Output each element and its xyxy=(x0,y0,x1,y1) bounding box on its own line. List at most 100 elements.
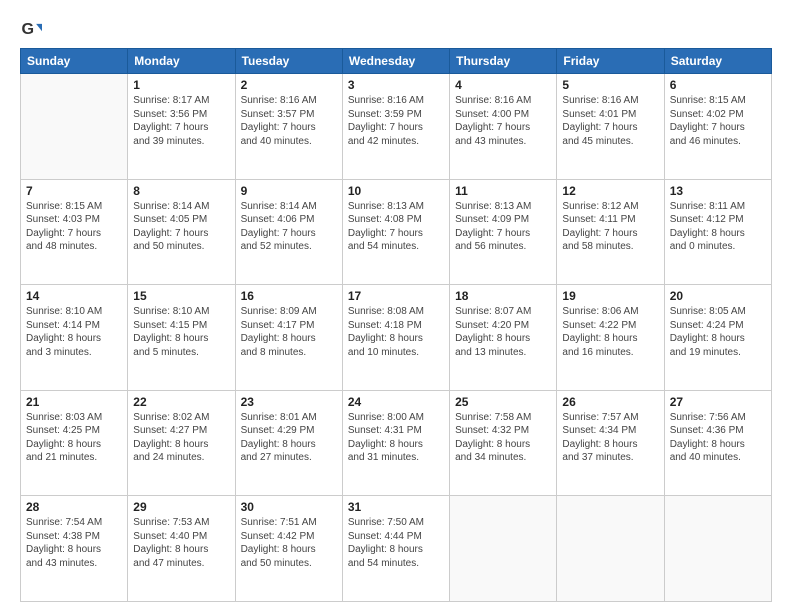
day-info: Sunrise: 8:13 AMSunset: 4:09 PMDaylight:… xyxy=(455,200,551,254)
day-number: 21 xyxy=(26,395,122,409)
day-number: 23 xyxy=(241,395,337,409)
day-cell: 23 Sunrise: 8:01 AMSunset: 4:29 PMDayligh… xyxy=(235,390,342,496)
day-cell: 20Sunrise: 8:05 AMSunset: 4:24 PMDayligh… xyxy=(664,285,771,391)
sunset-text: Sunset: 4:24 PM xyxy=(670,319,766,333)
day-number: 16 xyxy=(241,289,337,303)
day-number: 12 xyxy=(562,184,658,198)
day-number: 26 xyxy=(562,395,658,409)
header: G xyxy=(20,18,772,40)
day-cell: 13Sunrise: 8:11 AMSunset: 4:12 PMDayligh… xyxy=(664,179,771,285)
day-info: Sunrise: 8:10 AMSunset: 4:15 PMDaylight:… xyxy=(133,305,229,359)
day-cell: 17Sunrise: 8:08 AMSunset: 4:18 PMDayligh… xyxy=(342,285,449,391)
day-info: Sunrise: 8:17 AMSunset: 3:56 PMDaylight:… xyxy=(133,94,229,148)
sunrise-text: Sunrise: 7:57 AM xyxy=(562,411,658,425)
day-cell: 8Sunrise: 8:14 AMSunset: 4:05 PMDaylight… xyxy=(128,179,235,285)
sunset-text: Sunset: 4:00 PM xyxy=(455,108,551,122)
daylight-line2: and 8 minutes. xyxy=(241,346,337,360)
sunrise-text: Sunrise: 8:16 AM xyxy=(455,94,551,108)
daylight-line1: Daylight: 8 hours xyxy=(348,332,444,346)
sunset-text: Sunset: 4:12 PM xyxy=(670,213,766,227)
day-number: 10 xyxy=(348,184,444,198)
day-number: 17 xyxy=(348,289,444,303)
sunset-text: Sunset: 4:18 PM xyxy=(348,319,444,333)
day-cell: 31Sunrise: 7:50 AMSunset: 4:44 PMDayligh… xyxy=(342,496,449,602)
calendar-header: SundayMondayTuesdayWednesdayThursdayFrid… xyxy=(21,49,772,74)
daylight-line2: and 40 minutes. xyxy=(670,451,766,465)
sunrise-text: Sunrise: 8:16 AM xyxy=(562,94,658,108)
day-number: 2 xyxy=(241,78,337,92)
daylight-line1: Daylight: 8 hours xyxy=(26,438,122,452)
sunset-text: Sunset: 4:05 PM xyxy=(133,213,229,227)
daylight-line2: and 46 minutes. xyxy=(670,135,766,149)
day-info: Sunrise: 8:06 AMSunset: 4:22 PMDaylight:… xyxy=(562,305,658,359)
daylight-line1: Daylight: 7 hours xyxy=(133,227,229,241)
sunset-text: Sunset: 3:56 PM xyxy=(133,108,229,122)
sunrise-text: Sunrise: 8:15 AM xyxy=(670,94,766,108)
sunrise-text: Sunrise: 7:51 AM xyxy=(241,516,337,530)
daylight-line1: Daylight: 7 hours xyxy=(241,227,337,241)
logo: G xyxy=(20,18,44,40)
daylight-line1: Daylight: 7 hours xyxy=(26,227,122,241)
sunrise-text: Sunrise: 7:50 AM xyxy=(348,516,444,530)
daylight-line1: Daylight: 8 hours xyxy=(133,543,229,557)
sunset-text: Sunset: 4:06 PM xyxy=(241,213,337,227)
sunset-text: Sunset: 4:29 PM xyxy=(241,424,337,438)
daylight-line1: Daylight: 8 hours xyxy=(670,227,766,241)
day-number: 19 xyxy=(562,289,658,303)
day-cell: 5Sunrise: 8:16 AMSunset: 4:01 PMDaylight… xyxy=(557,74,664,180)
day-cell: 9Sunrise: 8:14 AMSunset: 4:06 PMDaylight… xyxy=(235,179,342,285)
sunset-text: Sunset: 4:14 PM xyxy=(26,319,122,333)
sunrise-text: Sunrise: 8:10 AM xyxy=(133,305,229,319)
sunrise-text: Sunrise: 8:17 AM xyxy=(133,94,229,108)
day-number: 1 xyxy=(133,78,229,92)
day-cell: 22Sunrise: 8:02 AMSunset: 4:27 PMDayligh… xyxy=(128,390,235,496)
sunset-text: Sunset: 4:15 PM xyxy=(133,319,229,333)
daylight-line2: and 21 minutes. xyxy=(26,451,122,465)
daylight-line2: and 52 minutes. xyxy=(241,240,337,254)
sunrise-text: Sunrise: 7:56 AM xyxy=(670,411,766,425)
sunrise-text: Sunrise: 8:05 AM xyxy=(670,305,766,319)
day-info: Sunrise: 8:10 AMSunset: 4:14 PMDaylight:… xyxy=(26,305,122,359)
daylight-line1: Daylight: 7 hours xyxy=(133,121,229,135)
header-cell-saturday: Saturday xyxy=(664,49,771,74)
day-number: 25 xyxy=(455,395,551,409)
calendar-table: SundayMondayTuesdayWednesdayThursdayFrid… xyxy=(20,48,772,602)
daylight-line1: Daylight: 8 hours xyxy=(348,438,444,452)
week-row-0: 1 Sunrise: 8:17 AMSunset: 3:56 PMDaylight… xyxy=(21,74,772,180)
svg-text:G: G xyxy=(21,20,34,38)
daylight-line1: Daylight: 7 hours xyxy=(455,227,551,241)
header-cell-wednesday: Wednesday xyxy=(342,49,449,74)
daylight-line2: and 56 minutes. xyxy=(455,240,551,254)
sunrise-text: Sunrise: 7:54 AM xyxy=(26,516,122,530)
day-cell: 21Sunrise: 8:03 AMSunset: 4:25 PMDayligh… xyxy=(21,390,128,496)
day-cell: 29Sunrise: 7:53 AMSunset: 4:40 PMDayligh… xyxy=(128,496,235,602)
sunset-text: Sunset: 4:27 PM xyxy=(133,424,229,438)
day-cell: 1 Sunrise: 8:17 AMSunset: 3:56 PMDaylight… xyxy=(128,74,235,180)
daylight-line2: and 48 minutes. xyxy=(26,240,122,254)
sunrise-text: Sunrise: 8:06 AM xyxy=(562,305,658,319)
day-info: Sunrise: 8:01 AMSunset: 4:29 PMDaylight:… xyxy=(241,411,337,465)
sunset-text: Sunset: 4:42 PM xyxy=(241,530,337,544)
sunset-text: Sunset: 4:11 PM xyxy=(562,213,658,227)
day-info: Sunrise: 7:54 AMSunset: 4:38 PMDaylight:… xyxy=(26,516,122,570)
sunset-text: Sunset: 4:03 PM xyxy=(26,213,122,227)
day-info: Sunrise: 7:57 AMSunset: 4:34 PMDaylight:… xyxy=(562,411,658,465)
day-number: 4 xyxy=(455,78,551,92)
day-info: Sunrise: 8:14 AMSunset: 4:06 PMDaylight:… xyxy=(241,200,337,254)
sunrise-text: Sunrise: 8:07 AM xyxy=(455,305,551,319)
day-info: Sunrise: 8:05 AMSunset: 4:24 PMDaylight:… xyxy=(670,305,766,359)
logo-icon: G xyxy=(20,18,42,40)
day-cell xyxy=(21,74,128,180)
daylight-line2: and 43 minutes. xyxy=(455,135,551,149)
sunrise-text: Sunrise: 8:02 AM xyxy=(133,411,229,425)
daylight-line2: and 45 minutes. xyxy=(562,135,658,149)
day-cell: 3Sunrise: 8:16 AMSunset: 3:59 PMDaylight… xyxy=(342,74,449,180)
day-cell: 2Sunrise: 8:16 AMSunset: 3:57 PMDaylight… xyxy=(235,74,342,180)
header-cell-sunday: Sunday xyxy=(21,49,128,74)
daylight-line1: Daylight: 8 hours xyxy=(562,332,658,346)
day-cell: 15Sunrise: 8:10 AMSunset: 4:15 PMDayligh… xyxy=(128,285,235,391)
daylight-line1: Daylight: 8 hours xyxy=(670,438,766,452)
sunrise-text: Sunrise: 7:53 AM xyxy=(133,516,229,530)
daylight-line1: Daylight: 8 hours xyxy=(562,438,658,452)
week-row-3: 21Sunrise: 8:03 AMSunset: 4:25 PMDayligh… xyxy=(21,390,772,496)
